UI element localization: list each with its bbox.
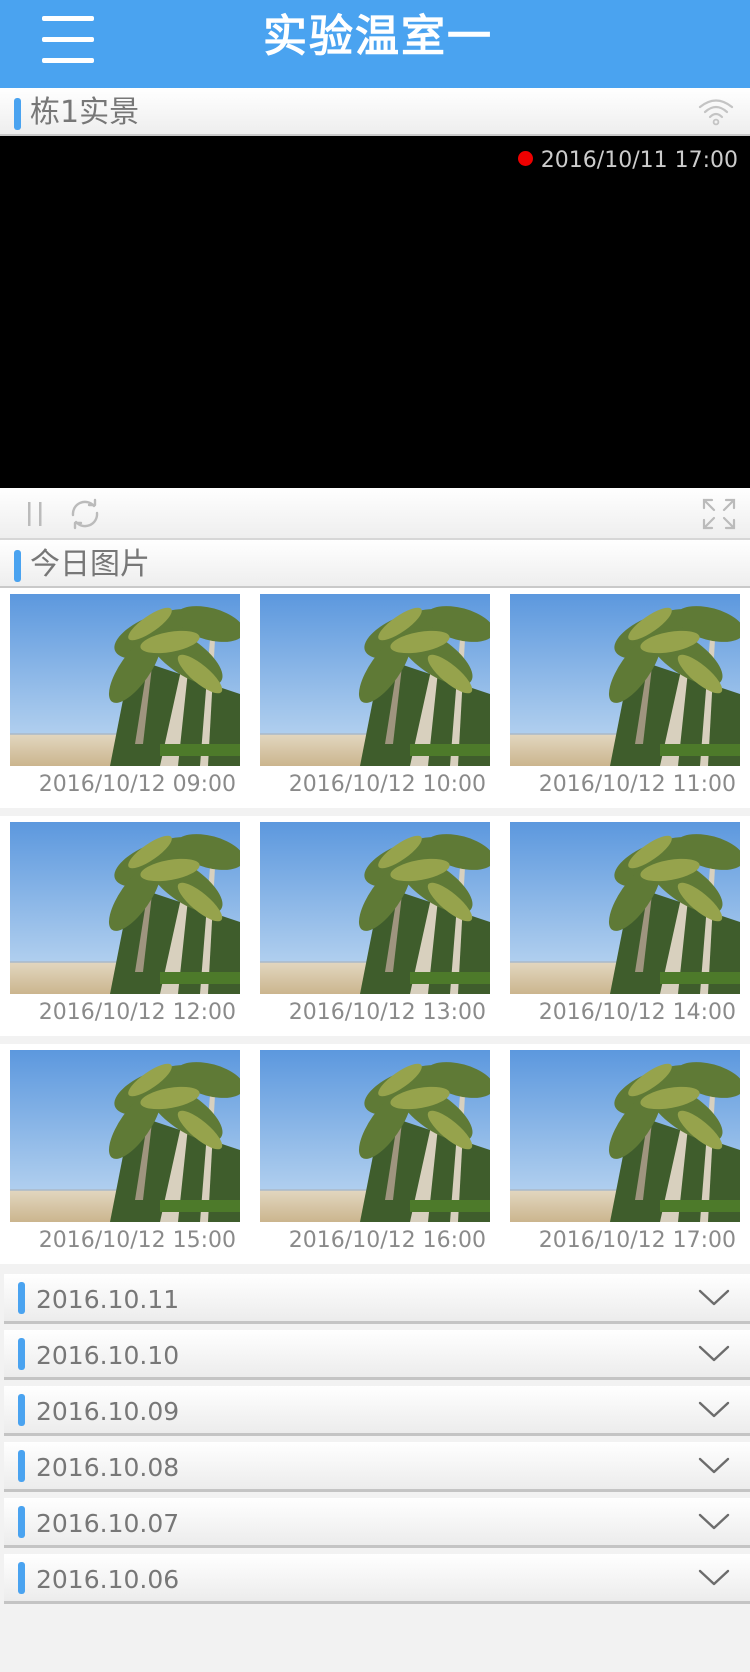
photo-timestamp: 2016/10/12 13:00 (288, 1000, 486, 1025)
recording-dot-icon (517, 151, 533, 166)
refresh-icon[interactable] (68, 498, 102, 530)
history-date-list: 2016.10.11 2016.10.10 2016.10.09 2016.10.08… (0, 1272, 750, 1604)
fullscreen-icon[interactable] (702, 498, 736, 530)
today-photos-title: 今日图片 (30, 547, 150, 582)
photo-row: 2016/10/12 12:00 2016/10/12 13:00 2016/10/… (0, 816, 750, 1036)
section-accent-bar (18, 1450, 25, 1482)
palm-beach-thumbnail (10, 594, 240, 766)
photo-thumbnail-card[interactable]: 2016/10/12 09:00 (0, 588, 250, 808)
palm-beach-thumbnail (260, 1050, 490, 1222)
photo-timestamp: 2016/10/12 16:00 (288, 1228, 486, 1253)
section-accent-bar (14, 98, 21, 130)
chevron-down-icon[interactable] (698, 1512, 730, 1532)
history-date-label: 2016.10.09 (36, 1397, 180, 1426)
history-date-item[interactable]: 2016.10.06 (4, 1554, 750, 1604)
photo-thumbnail-card[interactable]: 2016/10/12 16:00 (250, 1044, 500, 1264)
photo-thumbnail-card[interactable]: 2016/10/12 15:00 (0, 1044, 250, 1264)
history-date-label: 2016.10.07 (36, 1509, 180, 1538)
history-date-label: 2016.10.08 (36, 1453, 180, 1482)
section-accent-bar (18, 1506, 25, 1538)
section-accent-bar (18, 1394, 25, 1426)
section-accent-bar (14, 550, 21, 582)
palm-beach-thumbnail (10, 822, 240, 994)
wifi-signal-icon (698, 99, 734, 126)
history-date-item[interactable]: 2016.10.07 (4, 1498, 750, 1548)
photo-timestamp: 2016/10/12 10:00 (288, 772, 486, 797)
chevron-down-icon[interactable] (698, 1344, 730, 1364)
live-view-section-header: 栋1实景 (0, 88, 750, 136)
live-video-player[interactable]: 2016/10/11 17:00 (0, 136, 750, 488)
history-date-item[interactable]: 2016.10.09 (4, 1386, 750, 1436)
photo-thumbnail-card[interactable]: 2016/10/12 10:00 (250, 588, 500, 808)
photo-thumbnail-card[interactable]: 2016/10/12 14:00 (500, 816, 750, 1036)
history-date-item[interactable]: 2016.10.11 (4, 1274, 750, 1324)
recording-timestamp: 2016/10/11 17:00 (517, 148, 738, 174)
palm-beach-thumbnail (10, 1050, 240, 1222)
chevron-down-icon[interactable] (698, 1288, 730, 1308)
history-date-label: 2016.10.11 (36, 1285, 180, 1314)
photo-thumbnail-card[interactable]: 2016/10/12 17:00 (500, 1044, 750, 1264)
palm-beach-thumbnail (260, 594, 490, 766)
photo-thumbnail-card[interactable]: 2016/10/12 13:00 (250, 816, 500, 1036)
history-date-label: 2016.10.10 (36, 1341, 180, 1370)
video-controls-bar (0, 488, 750, 540)
live-view-title: 栋1实景 (30, 95, 140, 130)
photo-row: 2016/10/12 15:00 2016/10/12 16:00 2016/10/… (0, 1044, 750, 1264)
video-timestamp-text: 2016/10/11 17:00 (540, 148, 738, 173)
photo-timestamp: 2016/10/12 14:00 (538, 1000, 736, 1025)
photo-timestamp: 2016/10/12 12:00 (38, 1000, 236, 1025)
header-bar: 实验温室一 (0, 0, 750, 88)
section-accent-bar (18, 1338, 25, 1370)
photo-timestamp: 2016/10/12 11:00 (538, 772, 736, 797)
photo-thumbnail-card[interactable]: 2016/10/12 12:00 (0, 816, 250, 1036)
chevron-down-icon[interactable] (698, 1568, 730, 1588)
photo-timestamp: 2016/10/12 15:00 (38, 1228, 236, 1253)
history-date-label: 2016.10.06 (36, 1565, 180, 1594)
today-photos-section-header: 今日图片 (0, 540, 750, 588)
section-accent-bar (18, 1282, 25, 1314)
app-screen: 实验温室一 栋1实景 2016/10/11 17:00 今日图片 2016/10… (0, 0, 750, 1672)
chevron-down-icon[interactable] (698, 1400, 730, 1420)
photo-grid: 2016/10/12 09:00 2016/10/12 10:00 2016/10/… (0, 588, 750, 1264)
photo-timestamp: 2016/10/12 09:00 (38, 772, 236, 797)
photo-thumbnail-card[interactable]: 2016/10/12 11:00 (500, 588, 750, 808)
history-date-item[interactable]: 2016.10.10 (4, 1330, 750, 1380)
history-date-item[interactable]: 2016.10.08 (4, 1442, 750, 1492)
section-accent-bar (18, 1562, 25, 1594)
pause-icon[interactable] (26, 498, 46, 530)
palm-beach-thumbnail (510, 822, 740, 994)
page-title: 实验温室一 (263, 11, 493, 62)
palm-beach-thumbnail (510, 594, 740, 766)
palm-beach-thumbnail (510, 1050, 740, 1222)
chevron-down-icon[interactable] (698, 1456, 730, 1476)
palm-beach-thumbnail (260, 822, 490, 994)
photo-row: 2016/10/12 09:00 2016/10/12 10:00 2016/10/… (0, 588, 750, 808)
photo-timestamp: 2016/10/12 17:00 (538, 1228, 736, 1253)
